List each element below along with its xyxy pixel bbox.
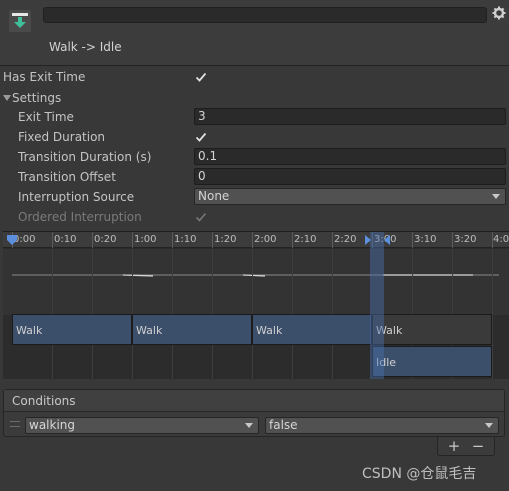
source-clip-walk[interactable]: Walk [372, 314, 492, 345]
settings-foldout[interactable]: Settings [0, 88, 509, 108]
conditions-panel: Conditions walking false [3, 389, 505, 437]
gear-icon[interactable] [492, 6, 506, 20]
destination-clip-idle[interactable]: Idle [372, 346, 492, 377]
tick-label: 3:20 [454, 234, 477, 245]
transition-duration-field[interactable]: 0.1 [194, 148, 506, 165]
interruption-source-label: Interruption Source [18, 190, 135, 204]
has-exit-time-label: Has Exit Time [3, 70, 86, 84]
has-exit-time-checkbox[interactable] [194, 70, 208, 84]
transition-start-marker-icon[interactable] [364, 234, 372, 246]
condition-value: false [269, 418, 298, 432]
tick-line [132, 232, 133, 248]
ordered-interruption-row: Ordered Interruption [0, 207, 509, 227]
tick-line [452, 232, 453, 248]
tick-line [92, 232, 93, 248]
chevron-down-icon [245, 423, 253, 428]
ordered-interruption-label: Ordered Interruption [18, 210, 142, 224]
condition-parameter-value: walking [29, 418, 76, 432]
ordered-interruption-checkbox [195, 212, 207, 222]
transition-duration-label: Transition Duration (s) [18, 150, 152, 164]
conditions-title: Conditions [12, 394, 76, 408]
timeline-ruler[interactable]: 0:00 0:10 0:20 1:00 1:10 1:20 2:00 2:10 … [3, 232, 509, 248]
blend-curve [12, 274, 499, 277]
exit-time-label: Exit Time [18, 110, 74, 124]
transition-name-field[interactable] [43, 7, 487, 23]
transition-timeline[interactable]: 0:00 0:10 0:20 1:00 1:10 1:20 2:00 2:10 … [3, 231, 509, 379]
exit-time-field[interactable]: 3 [194, 108, 506, 125]
source-clip-walk: Walk [12, 314, 132, 345]
transition-end-marker-icon[interactable] [383, 234, 391, 246]
tick-label: 3:10 [414, 234, 437, 245]
tick-label: 0:10 [54, 234, 77, 245]
drag-handle-icon[interactable] [10, 421, 20, 427]
tick-line [212, 232, 213, 248]
tick-label: 2:00 [254, 234, 277, 245]
tick-label: 1:00 [134, 234, 157, 245]
grid-line [492, 249, 493, 379]
tick-line [412, 232, 413, 248]
conditions-header: Conditions [4, 390, 504, 412]
chevron-down-icon [485, 423, 493, 428]
transition-offset-row: Transition Offset 0 [0, 167, 509, 187]
tick-line [332, 232, 333, 248]
condition-parameter-dropdown[interactable]: walking [25, 417, 259, 434]
transition-duration-row: Transition Duration (s) 0.1 [0, 147, 509, 167]
interruption-source-dropdown[interactable]: None [194, 188, 506, 205]
tick-line [172, 232, 173, 248]
foldout-arrow-icon [3, 95, 11, 101]
tick-label: 2:10 [294, 234, 317, 245]
condition-value-dropdown[interactable]: false [265, 417, 499, 434]
source-clip-walk: Walk [252, 314, 372, 345]
chevron-down-icon [492, 194, 500, 199]
remove-condition-button[interactable]: − [468, 437, 488, 455]
fixed-duration-row: Fixed Duration [0, 127, 509, 147]
timeline-curve-area [3, 249, 509, 315]
has-exit-time-row: Has Exit Time [0, 67, 509, 87]
tick-line [292, 232, 293, 248]
transition-down-arrow-icon [9, 10, 31, 32]
tick-label: 4:0 [493, 234, 509, 245]
fixed-duration-checkbox[interactable] [194, 130, 208, 144]
tick-label: 2:20 [334, 234, 357, 245]
tick-label: 0:20 [94, 234, 117, 245]
tick-label: 1:20 [214, 234, 237, 245]
transition-title: Walk -> Idle [49, 40, 122, 54]
interruption-source-value: None [198, 189, 230, 203]
tick-label: 1:10 [174, 234, 197, 245]
transition-offset-field[interactable]: 0 [194, 168, 506, 185]
tick-line [52, 232, 53, 248]
transition-offset-label: Transition Offset [18, 170, 116, 184]
fixed-duration-label: Fixed Duration [18, 130, 106, 144]
playhead-marker-icon[interactable] [6, 234, 18, 246]
interruption-source-row: Interruption Source None [0, 187, 509, 207]
inspector-header: Walk -> Idle [0, 0, 509, 66]
tick-line [252, 232, 253, 248]
conditions-add-remove: + − [437, 437, 495, 456]
settings-label: Settings [12, 91, 62, 105]
source-clip-walk: Walk [132, 314, 252, 345]
add-condition-button[interactable]: + [444, 437, 464, 455]
exit-time-row: Exit Time 3 [0, 107, 509, 127]
watermark: CSDN @仓鼠毛吉 [362, 466, 477, 482]
transition-overlap-band[interactable] [370, 232, 384, 379]
